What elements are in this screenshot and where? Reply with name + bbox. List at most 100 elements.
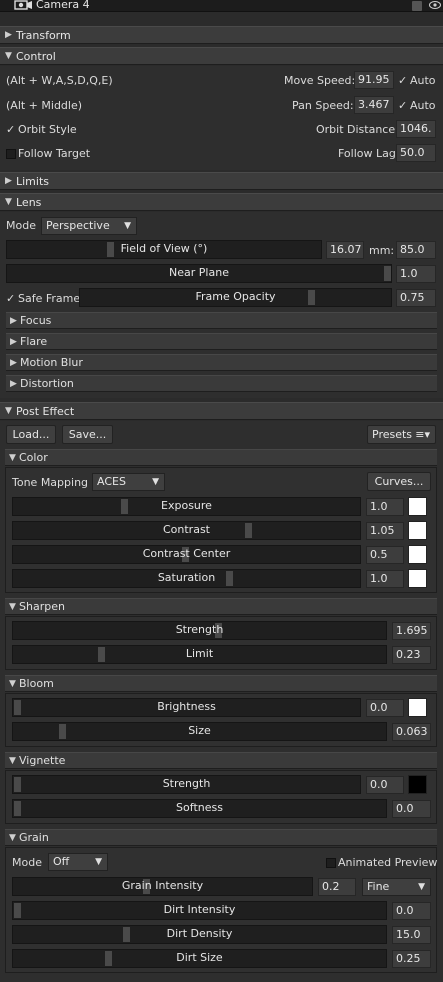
exposure-color-swatch[interactable] xyxy=(408,497,427,516)
vignette-softness-slider[interactable]: Softness xyxy=(12,799,387,818)
contrast-center-color-swatch[interactable] xyxy=(408,545,427,564)
subsection-vignette-header[interactable]: ▼ Vignette xyxy=(5,752,437,769)
vignette-strength-slider[interactable]: Strength xyxy=(12,775,361,794)
field-of-view-slider[interactable]: Field of View (°) xyxy=(6,240,322,259)
move-speed-field[interactable]: 91.95 xyxy=(354,71,394,89)
grain-intensity-field[interactable]: 0.2 xyxy=(318,878,356,896)
subsection-label: Motion Blur xyxy=(20,356,83,369)
bloom-group: Brightness 0.0 Size 0.063 xyxy=(5,693,437,747)
expand-arrow-icon: ▶ xyxy=(5,176,12,186)
color-group: Tone Mapping ACES ▼ Curves... Exposure 1… xyxy=(5,467,437,593)
dirt-intensity-label: Dirt Intensity xyxy=(163,903,236,916)
presets-button[interactable]: Presets ≡▾ xyxy=(367,425,436,444)
bloom-size-field[interactable]: 0.063 xyxy=(392,723,431,741)
field-of-view-field[interactable]: 16.07 xyxy=(326,241,364,259)
move-auto-label: Auto xyxy=(410,74,436,87)
subsection-distortion-header[interactable]: ▶ Distortion xyxy=(6,375,437,392)
dirt-size-slider[interactable]: Dirt Size xyxy=(12,949,387,968)
bloom-color-swatch[interactable] xyxy=(408,698,427,717)
sharpen-strength-slider[interactable]: Strength xyxy=(12,621,387,640)
dirt-density-slider[interactable]: Dirt Density xyxy=(12,925,387,944)
near-plane-field[interactable]: 1.0 xyxy=(396,265,436,283)
eye-icon[interactable] xyxy=(429,0,441,10)
move-auto-check-icon[interactable]: ✓ xyxy=(398,74,407,87)
contrast-center-field[interactable]: 0.5 xyxy=(366,546,404,564)
follow-lag-field[interactable]: 50.0 xyxy=(396,144,436,162)
vignette-strength-field[interactable]: 0.0 xyxy=(366,776,404,794)
dirt-size-field[interactable]: 0.25 xyxy=(392,950,431,968)
section-label: Lens xyxy=(16,196,42,209)
section-post-effect-header[interactable]: ▼ Post Effect xyxy=(0,402,443,420)
animated-preview-checkbox[interactable] xyxy=(326,858,336,868)
vignette-softness-label: Softness xyxy=(176,801,223,814)
section-label: Post Effect xyxy=(16,405,75,418)
safe-frame-check-icon[interactable]: ✓ xyxy=(6,292,15,305)
exposure-field[interactable]: 1.0 xyxy=(366,498,404,516)
frame-opacity-slider[interactable]: Frame Opacity xyxy=(79,288,392,307)
sharpen-group: Strength 1.695 Limit 0.23 xyxy=(5,616,437,670)
section-lens-header[interactable]: ▼ Lens xyxy=(0,193,443,211)
contrast-center-slider[interactable]: Contrast Center xyxy=(12,545,361,564)
sharpen-limit-field[interactable]: 0.23 xyxy=(392,646,431,664)
pan-speed-field[interactable]: 3.467 xyxy=(354,96,394,114)
subsection-color-header[interactable]: ▼ Color xyxy=(5,449,437,466)
collapse-arrow-icon: ▼ xyxy=(9,453,16,463)
mm-field[interactable]: 85.0 xyxy=(396,241,436,259)
move-keys-hint: (Alt + W,A,S,D,Q,E) xyxy=(6,74,113,87)
save-button[interactable]: Save... xyxy=(62,425,113,444)
dirt-density-label: Dirt Density xyxy=(166,927,233,940)
orbit-distance-field[interactable]: 1046. xyxy=(396,120,436,138)
grain-intensity-label: Grain Intensity xyxy=(121,879,204,892)
subsection-focus-header[interactable]: ▶ Focus xyxy=(6,312,437,329)
dirt-intensity-slider[interactable]: Dirt Intensity xyxy=(12,901,387,920)
load-button[interactable]: Load... xyxy=(6,425,56,444)
follow-target-checkbox[interactable] xyxy=(6,149,16,159)
exposure-slider[interactable]: Exposure xyxy=(12,497,361,516)
collapse-arrow-icon: ▼ xyxy=(9,756,16,766)
camera-icon xyxy=(14,0,32,10)
vignette-color-swatch[interactable] xyxy=(408,775,427,794)
subsection-flare-header[interactable]: ▶ Flare xyxy=(6,333,437,350)
post-effect-panel: Load... Save... Presets ≡▾ ▼ Color Tone … xyxy=(0,421,443,982)
subsection-label: Flare xyxy=(20,335,48,348)
grain-intensity-slider[interactable]: Grain Intensity xyxy=(12,877,313,896)
sharpen-strength-field[interactable]: 1.695 xyxy=(392,622,431,640)
grain-quality-dropdown[interactable]: Fine ▼ xyxy=(362,878,431,896)
sharpen-limit-slider[interactable]: Limit xyxy=(12,645,387,664)
section-control-header[interactable]: ▼ Control xyxy=(0,47,443,65)
section-transform-header[interactable]: ▶ Transform xyxy=(0,26,443,44)
follow-lag-label: Follow Lag xyxy=(338,147,396,160)
dirt-density-field[interactable]: 15.0 xyxy=(392,926,431,944)
grain-mode-dropdown[interactable]: Off ▼ xyxy=(48,853,108,871)
near-plane-slider[interactable]: Near Plane xyxy=(6,264,392,283)
subsection-bloom-header[interactable]: ▼ Bloom xyxy=(5,675,437,692)
chevron-down-icon: ▼ xyxy=(152,477,159,487)
grain-mode-value: Off xyxy=(53,855,70,868)
subsection-grain-header[interactable]: ▼ Grain xyxy=(5,829,437,846)
saturation-slider[interactable]: Saturation xyxy=(12,569,361,588)
dirt-intensity-field[interactable]: 0.0 xyxy=(392,902,431,920)
orbit-distance-label: Orbit Distance: xyxy=(316,123,399,136)
tone-mapping-dropdown[interactable]: ACES ▼ xyxy=(92,473,165,491)
pin-icon[interactable] xyxy=(412,1,422,11)
bloom-size-slider[interactable]: Size xyxy=(12,722,387,741)
vignette-softness-field[interactable]: 0.0 xyxy=(392,800,431,818)
frame-opacity-field[interactable]: 0.75 xyxy=(396,289,436,307)
contrast-slider[interactable]: Contrast xyxy=(12,521,361,540)
bloom-brightness-slider[interactable]: Brightness xyxy=(12,698,361,717)
section-label: Control xyxy=(16,50,56,63)
curves-button[interactable]: Curves... xyxy=(367,472,431,491)
contrast-color-swatch[interactable] xyxy=(408,521,427,540)
saturation-field[interactable]: 1.0 xyxy=(366,570,404,588)
subsection-sharpen-header[interactable]: ▼ Sharpen xyxy=(5,598,437,615)
bloom-brightness-field[interactable]: 0.0 xyxy=(366,699,404,717)
contrast-field[interactable]: 1.05 xyxy=(366,522,404,540)
lens-mode-dropdown[interactable]: Perspective ▼ xyxy=(41,217,137,235)
subsection-motion-blur-header[interactable]: ▶ Motion Blur xyxy=(6,354,437,371)
orbit-style-label: Orbit Style xyxy=(18,123,77,136)
pan-auto-check-icon[interactable]: ✓ xyxy=(398,99,407,112)
section-limits-header[interactable]: ▶ Limits xyxy=(0,172,443,190)
saturation-color-swatch[interactable] xyxy=(408,569,427,588)
subsection-label: Distortion xyxy=(20,377,74,390)
orbit-style-check-icon[interactable]: ✓ xyxy=(6,123,15,136)
